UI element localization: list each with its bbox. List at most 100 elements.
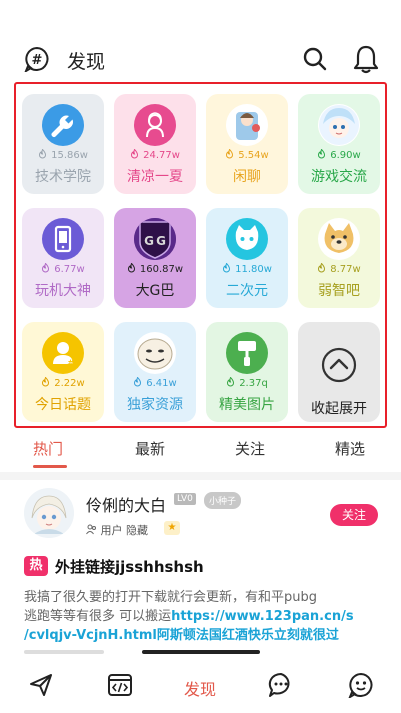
meme-face-icon bbox=[134, 332, 176, 374]
divider bbox=[0, 472, 401, 480]
hot-badge: 热 bbox=[24, 556, 48, 576]
fire-icon bbox=[226, 149, 234, 159]
user-group-icon bbox=[86, 524, 96, 535]
category-tile[interactable]: G G 160.87w 大G巴 bbox=[114, 208, 196, 308]
paint-icon bbox=[226, 332, 268, 374]
category-grid: 15.86w 技术学院 24.77w 清凉一夏 5.54w 闲聊 6.90w 游戏交流 6.77… bbox=[22, 94, 382, 422]
category-tile[interactable]: 6.90w 游戏交流 bbox=[298, 94, 380, 194]
tile-stat-value: 24.77w bbox=[143, 150, 180, 161]
tile-stat: 2.22w bbox=[22, 377, 104, 389]
tab-featured[interactable]: 精选 bbox=[335, 438, 365, 459]
tile-stat: 160.87w bbox=[114, 263, 196, 275]
tile-stat: 6.41w bbox=[114, 377, 196, 389]
fire-icon bbox=[134, 377, 142, 387]
hashtag-icon[interactable]: # bbox=[24, 46, 50, 72]
svg-text:G: G bbox=[144, 234, 154, 248]
tile-stat: 5.54w bbox=[206, 149, 288, 161]
fire-icon bbox=[127, 263, 135, 273]
tile-name: 闲聊 bbox=[233, 169, 261, 185]
search-icon[interactable] bbox=[302, 46, 328, 72]
post-link[interactable]: https://www.123pan.cn/s bbox=[171, 609, 353, 624]
bottom-nav: 发现 bbox=[0, 656, 401, 713]
tile-stat-value: 15.86w bbox=[51, 150, 88, 161]
post-card[interactable]: 伶俐的大白 LV0 小种子 用户 隐藏 ★ 关注 热 外挂链接jjsshhshs… bbox=[0, 480, 401, 643]
fire-icon bbox=[223, 263, 231, 273]
category-tile[interactable]: 11.80w 二次元 bbox=[206, 208, 288, 308]
profile-face-icon[interactable] bbox=[348, 672, 374, 698]
user-topic-icon: # bbox=[42, 332, 84, 374]
category-tile[interactable]: 8.77w 弱智吧 bbox=[298, 208, 380, 308]
category-tile[interactable]: 6.77w 玩机大神 bbox=[22, 208, 104, 308]
tile-name: 二次元 bbox=[226, 283, 268, 299]
nav-discover[interactable]: 发现 bbox=[184, 676, 216, 700]
tile-name: 玩机大神 bbox=[35, 283, 91, 299]
post-body-line: 逃跑等等有很多 可以搬运https://www.123pan.cn/s bbox=[24, 607, 390, 626]
tile-stat: 6.90w bbox=[298, 149, 380, 161]
category-tile[interactable]: 15.86w 技术学院 bbox=[22, 94, 104, 194]
category-tile[interactable]: 2.37q 精美图片 bbox=[206, 322, 288, 422]
tile-stat-value: 8.77w bbox=[330, 264, 361, 275]
post-body-line: 我搞了很久要的打开下载就行会更新，有和平pubg bbox=[24, 590, 317, 605]
tile-stat: 24.77w bbox=[114, 149, 196, 161]
tab-following[interactable]: 关注 bbox=[235, 438, 265, 459]
tile-stat-value: 5.54w bbox=[238, 150, 269, 161]
user-meta-text: 用户 隐藏 bbox=[100, 524, 149, 537]
cat-face-icon bbox=[226, 218, 268, 260]
fire-icon bbox=[318, 263, 326, 273]
category-tile[interactable]: 24.77w 清凉一夏 bbox=[114, 94, 196, 194]
tile-stat: 2.37q bbox=[206, 377, 288, 389]
tile-name: 独家资源 bbox=[127, 397, 183, 413]
svg-text:#: # bbox=[32, 53, 43, 68]
tile-stat-value: 2.37q bbox=[239, 378, 268, 389]
anime-girl-icon bbox=[318, 104, 360, 146]
fire-icon bbox=[318, 149, 326, 159]
active-tab-indicator bbox=[33, 465, 67, 468]
category-tile[interactable]: #2.22w 今日话题 bbox=[22, 322, 104, 422]
bell-icon[interactable] bbox=[352, 44, 380, 74]
fire-icon bbox=[39, 149, 47, 159]
post-image-preview bbox=[142, 650, 260, 654]
username[interactable]: 伶俐的大白 bbox=[86, 492, 166, 516]
post-link[interactable]: /cvlqjv-VcjnH.html阿斯顿法国红酒快乐立刻就很过 bbox=[24, 626, 390, 645]
feed-tabs: 热门 最新 关注 精选 bbox=[0, 430, 401, 470]
tile-stat-value: 160.87w bbox=[139, 264, 184, 275]
post-title[interactable]: 外挂链接jjsshhshsh bbox=[55, 556, 204, 577]
tile-name: 清凉一夏 bbox=[127, 169, 183, 185]
tab-latest[interactable]: 最新 bbox=[135, 438, 165, 459]
wrench-icon bbox=[42, 104, 84, 146]
star-badge-icon: ★ bbox=[164, 521, 180, 535]
tile-stat: 11.80w bbox=[206, 263, 288, 275]
avatar[interactable] bbox=[24, 488, 74, 538]
tile-name: 大G巴 bbox=[135, 283, 175, 299]
tab-hot[interactable]: 热门 bbox=[33, 438, 63, 459]
anime-avatar-icon bbox=[226, 104, 268, 146]
send-icon[interactable] bbox=[28, 672, 54, 698]
tile-stat-value: 6.77w bbox=[54, 264, 85, 275]
tile-name: 技术学院 bbox=[35, 169, 91, 185]
tile-stat-value: 6.41w bbox=[146, 378, 177, 389]
fire-icon bbox=[42, 377, 50, 387]
category-tile[interactable]: 6.41w 独家资源 bbox=[114, 322, 196, 422]
tile-stat-value: 6.90w bbox=[330, 150, 361, 161]
tile-name: 今日话题 bbox=[35, 397, 91, 413]
post-body[interactable]: 我搞了很久要的打开下载就行会更新，有和平pubg 逃跑等等有很多 可以搬运htt… bbox=[24, 588, 390, 645]
category-grid-highlight: 15.86w 技术学院 24.77w 清凉一夏 5.54w 闲聊 6.90w 游戏交流 6.77… bbox=[14, 82, 387, 428]
fire-icon bbox=[42, 263, 50, 273]
header: # 发现 bbox=[0, 0, 401, 90]
svg-text:#: # bbox=[67, 359, 75, 369]
user-meta: 用户 隐藏 bbox=[86, 522, 148, 538]
game-guardian-icon: GG bbox=[134, 218, 176, 260]
tile-name: 游戏交流 bbox=[311, 169, 367, 185]
code-icon[interactable] bbox=[107, 672, 133, 698]
tile-name: 精美图片 bbox=[219, 397, 275, 413]
chat-icon[interactable] bbox=[268, 672, 294, 698]
phone-icon bbox=[42, 218, 84, 260]
post-body-text: 逃跑等等有很多 可以搬运 bbox=[24, 609, 172, 624]
category-tile[interactable]: 收起展开 bbox=[298, 322, 380, 422]
category-tile[interactable]: 5.54w 闲聊 bbox=[206, 94, 288, 194]
tile-stat: 6.77w bbox=[22, 263, 104, 275]
woman-icon bbox=[134, 104, 176, 146]
post-image-preview bbox=[24, 650, 104, 654]
page-title: 发现 bbox=[67, 51, 106, 73]
follow-button[interactable]: 关注 bbox=[330, 504, 378, 526]
